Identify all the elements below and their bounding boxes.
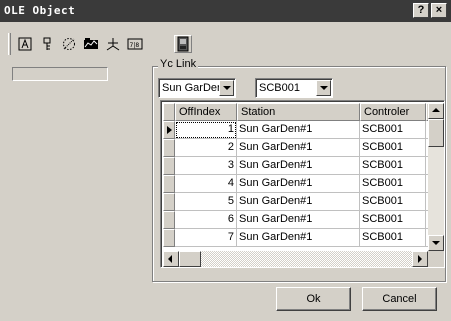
insert-icon[interactable] (16, 35, 34, 53)
cell-controller[interactable]: SCB001 (360, 211, 426, 229)
chevron-down-icon[interactable] (316, 80, 331, 96)
toolbar-grip[interactable] (8, 33, 11, 55)
column-header-offindex[interactable]: OffIndex (175, 103, 237, 121)
table-row[interactable]: 6 Sun GarDen#1 SCB001 A (163, 211, 440, 229)
row-selector[interactable] (163, 193, 175, 211)
scroll-down-icon[interactable] (428, 235, 444, 251)
chevron-down-icon[interactable] (219, 80, 234, 96)
cell-offindex[interactable]: 1 (175, 121, 237, 139)
cell-controller[interactable]: SCB001 (360, 121, 426, 139)
row-selector[interactable] (163, 157, 175, 175)
cell-offindex[interactable]: 3 (175, 157, 237, 175)
ok-button[interactable]: Ok (276, 287, 351, 311)
vertical-scroll-thumb[interactable] (428, 119, 444, 147)
key-icon[interactable] (38, 35, 56, 53)
title-bar: OLE Object ? × (0, 0, 451, 22)
dotted-circle-icon[interactable] (60, 35, 78, 53)
save-icon[interactable] (174, 35, 192, 53)
cell-station[interactable]: Sun GarDen#1 (237, 139, 360, 157)
help-button[interactable]: ? (413, 3, 429, 18)
row-selector[interactable] (163, 229, 175, 247)
scroll-right-icon[interactable] (412, 251, 428, 267)
cell-station[interactable]: Sun GarDen#1 (237, 175, 360, 193)
row-selector[interactable] (163, 175, 175, 193)
table-row[interactable]: 3 Sun GarDen#1 SCB001 A (163, 157, 440, 175)
cell-station[interactable]: Sun GarDen#1 (237, 211, 360, 229)
vertical-scrollbar[interactable] (428, 103, 444, 251)
cell-station[interactable]: Sun GarDen#1 (237, 157, 360, 175)
controller-combo[interactable]: SCB001 (255, 78, 333, 98)
horizontal-scroll-thumb[interactable] (179, 251, 201, 267)
window-title: OLE Object (4, 4, 76, 17)
number-format-icon[interactable]: 7|8 (126, 35, 144, 53)
cancel-button[interactable]: Cancel (362, 287, 437, 311)
cell-offindex[interactable]: 6 (175, 211, 237, 229)
row-selector[interactable] (163, 139, 175, 157)
group-legend: Yc Link (158, 58, 199, 70)
axis-icon[interactable] (104, 35, 122, 53)
column-header-controler[interactable]: Controler (360, 103, 426, 121)
row-selector[interactable] (163, 211, 175, 229)
cell-controller[interactable]: SCB001 (360, 193, 426, 211)
cell-station[interactable]: Sun GarDen#1 (237, 229, 360, 247)
table-row[interactable]: 5 Sun GarDen#1 SCB001 A (163, 193, 440, 211)
station-combo[interactable]: Sun GarDen (158, 78, 236, 98)
cell-controller[interactable]: SCB001 (360, 139, 426, 157)
station-combo-value: Sun GarDen (162, 82, 224, 94)
cell-station[interactable]: Sun GarDen#1 (237, 121, 360, 139)
data-grid[interactable]: OffIndex Station Controler F 1 Sun GarDe… (160, 100, 445, 268)
cell-controller[interactable]: SCB001 (360, 157, 426, 175)
cell-controller[interactable]: SCB001 (360, 175, 426, 193)
grid-corner-header (163, 103, 175, 121)
table-row[interactable]: 4 Sun GarDen#1 SCB001 A (163, 175, 440, 193)
scroll-left-icon[interactable] (163, 251, 179, 267)
left-panel-field (12, 67, 108, 81)
controller-combo-value: SCB001 (259, 82, 300, 94)
current-row-pointer-icon (167, 126, 172, 134)
table-row[interactable]: 2 Sun GarDen#1 SCB001 w (163, 139, 440, 157)
close-button[interactable]: × (431, 3, 447, 18)
scrollbar-corner (428, 251, 444, 267)
horizontal-scrollbar[interactable] (163, 251, 428, 267)
cell-offindex[interactable]: 2 (175, 139, 237, 157)
chart-icon[interactable] (82, 35, 100, 53)
toolbar: 7|8 (8, 33, 198, 55)
svg-text:7|8: 7|8 (130, 42, 140, 49)
cell-offindex[interactable]: 7 (175, 229, 237, 247)
cell-offindex[interactable]: 5 (175, 193, 237, 211)
scroll-up-icon[interactable] (428, 103, 444, 119)
cell-controller[interactable]: SCB001 (360, 229, 426, 247)
cell-offindex[interactable]: 4 (175, 175, 237, 193)
table-row[interactable]: 7 Sun GarDen#1 SCB001 A (163, 229, 440, 247)
table-row[interactable]: 1 Sun GarDen#1 SCB001 D (163, 121, 440, 139)
row-selector[interactable] (163, 121, 175, 139)
cell-station[interactable]: Sun GarDen#1 (237, 193, 360, 211)
column-header-station[interactable]: Station (237, 103, 360, 121)
